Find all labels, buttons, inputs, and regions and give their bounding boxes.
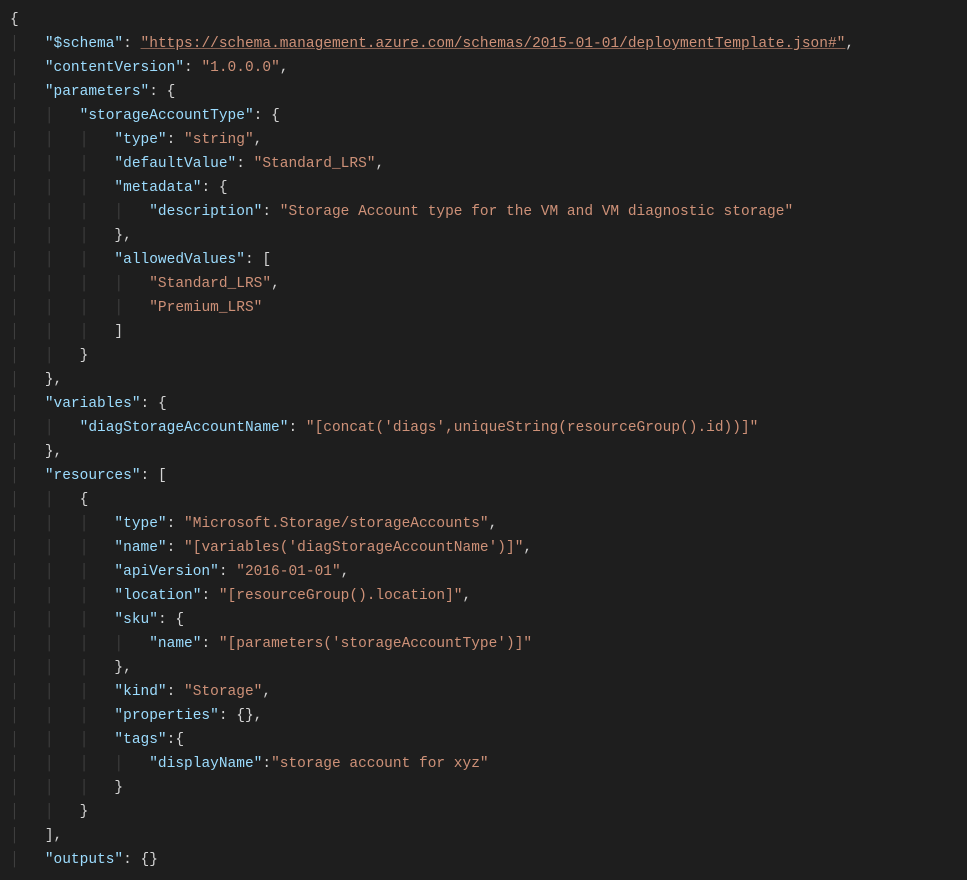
code-line: │ │ │ } <box>10 776 957 800</box>
code-line: │ │ │ "apiVersion": "2016-01-01", <box>10 560 957 584</box>
code-editor[interactable]: { │ "$schema": "https://schema.managemen… <box>10 8 957 872</box>
code-line: │ "$schema": "https://schema.management.… <box>10 32 957 56</box>
code-line: │ }, <box>10 440 957 464</box>
code-line: │ │ │ "metadata": { <box>10 176 957 200</box>
code-line: │ │ │ │ "description": "Storage Account … <box>10 200 957 224</box>
code-line: │ │ │ }, <box>10 224 957 248</box>
code-line: │ │ } <box>10 800 957 824</box>
code-line: │ │ │ "allowedValues": [ <box>10 248 957 272</box>
code-line: │ }, <box>10 368 957 392</box>
code-line: │ │ │ │ "Premium_LRS" <box>10 296 957 320</box>
code-line: │ │ │ }, <box>10 656 957 680</box>
code-line: │ "parameters": { <box>10 80 957 104</box>
code-line: │ "contentVersion": "1.0.0.0", <box>10 56 957 80</box>
code-line: │ │ │ │ "name": "[parameters('storageAcc… <box>10 632 957 656</box>
code-line: │ │ │ "kind": "Storage", <box>10 680 957 704</box>
code-line: │ │ │ "sku": { <box>10 608 957 632</box>
code-line: │ "variables": { <box>10 392 957 416</box>
code-line: │ │ { <box>10 488 957 512</box>
code-line: │ │ │ ] <box>10 320 957 344</box>
code-line: │ │ "diagStorageAccountName": "[concat('… <box>10 416 957 440</box>
schema-url-link[interactable]: "https://schema.management.azure.com/sch… <box>141 36 846 52</box>
code-line: │ │ │ "type": "Microsoft.Storage/storage… <box>10 512 957 536</box>
code-line: │ │ │ "location": "[resourceGroup().loca… <box>10 584 957 608</box>
code-line: │ │ │ "tags":{ <box>10 728 957 752</box>
code-line: │ │ │ "defaultValue": "Standard_LRS", <box>10 152 957 176</box>
code-line: { <box>10 8 957 32</box>
code-line: │ │ │ │ "Standard_LRS", <box>10 272 957 296</box>
code-line: │ "outputs": {} <box>10 848 957 872</box>
code-line: │ │ } <box>10 344 957 368</box>
code-line: │ "resources": [ <box>10 464 957 488</box>
code-line: │ │ "storageAccountType": { <box>10 104 957 128</box>
code-line: │ │ │ "type": "string", <box>10 128 957 152</box>
code-line: │ │ │ │ "displayName":"storage account f… <box>10 752 957 776</box>
code-line: │ │ │ "name": "[variables('diagStorageAc… <box>10 536 957 560</box>
code-line: │ ], <box>10 824 957 848</box>
code-line: │ │ │ "properties": {}, <box>10 704 957 728</box>
